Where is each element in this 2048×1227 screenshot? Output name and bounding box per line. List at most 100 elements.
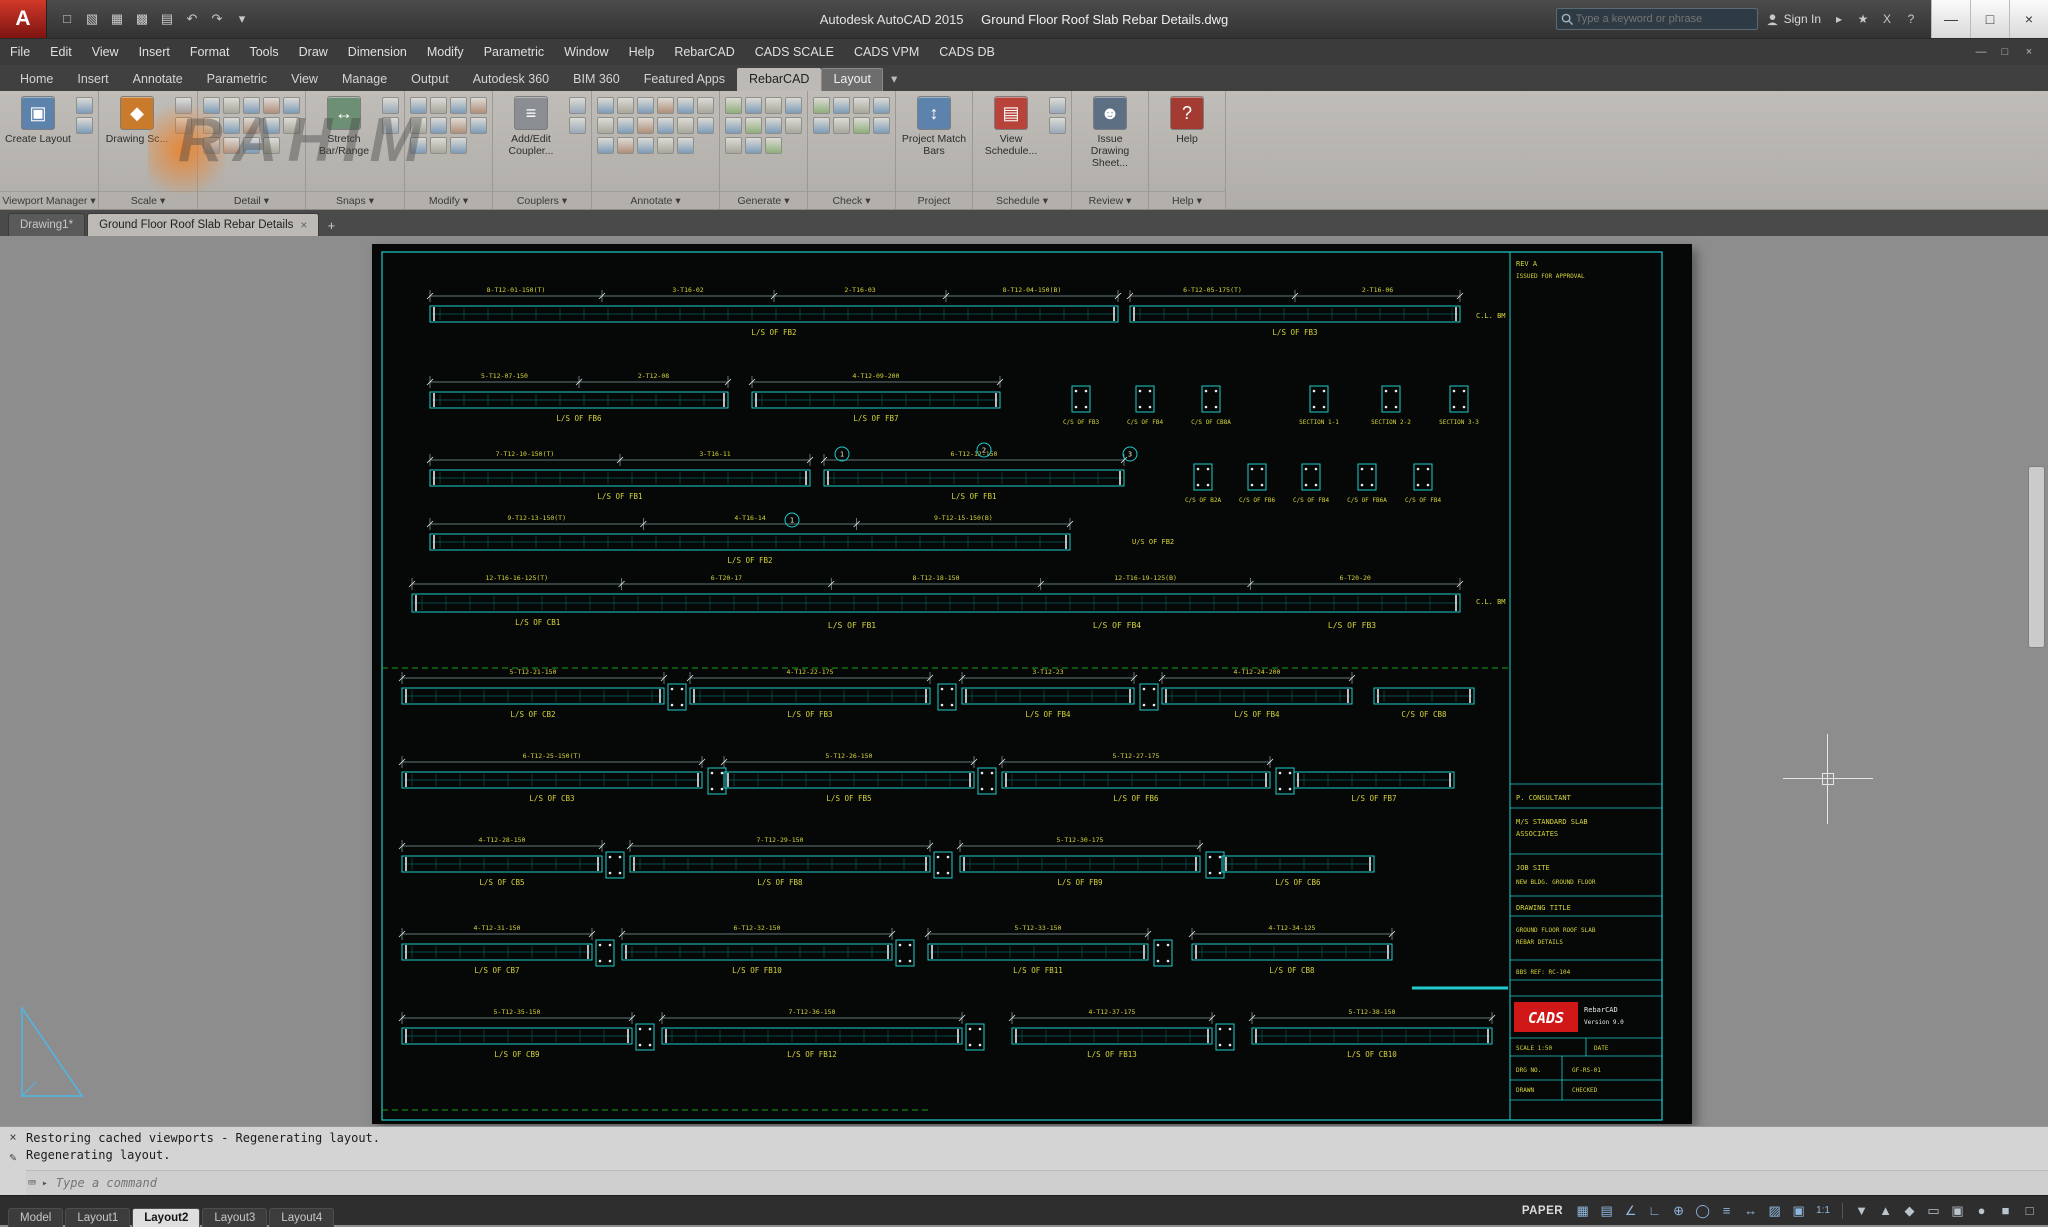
detail-tool-icon[interactable] bbox=[243, 97, 260, 114]
scale-tool-icon[interactable] bbox=[175, 117, 192, 134]
panel-label-couplers[interactable]: Couplers▾ bbox=[493, 191, 591, 209]
viewport-manager-tool-icon[interactable] bbox=[76, 97, 93, 114]
modify-tool-icon[interactable] bbox=[450, 97, 467, 114]
command-customize-icon[interactable]: ✎ bbox=[9, 1150, 16, 1164]
app-menu-button[interactable]: A bbox=[0, 0, 47, 38]
check-tool-icon[interactable] bbox=[853, 97, 870, 114]
workspace-switching-icon[interactable]: ▼ bbox=[1851, 1200, 1872, 1221]
layout-tab-layout4[interactable]: Layout4 bbox=[269, 1208, 334, 1227]
generate-tool-icon[interactable] bbox=[765, 137, 782, 154]
qat-saveas-icon[interactable]: ▩ bbox=[132, 9, 152, 29]
detail-tool-icon[interactable] bbox=[283, 117, 300, 134]
qat-undo-icon[interactable]: ↶ bbox=[182, 9, 202, 29]
modify-tool-icon[interactable] bbox=[470, 97, 487, 114]
annotate-tool-icon[interactable] bbox=[597, 97, 614, 114]
annotate-tool-icon[interactable] bbox=[637, 137, 654, 154]
menu-modify[interactable]: Modify bbox=[417, 39, 474, 65]
scale-tool-icon[interactable] bbox=[175, 97, 192, 114]
check-tool-icon[interactable] bbox=[873, 97, 890, 114]
annotate-tool-icon[interactable] bbox=[697, 97, 714, 114]
command-close-icon[interactable]: × bbox=[9, 1130, 16, 1144]
clean-screen-icon[interactable]: □ bbox=[2019, 1200, 2040, 1221]
stretch-bar-range-button[interactable]: ↔Stretch Bar/Range bbox=[311, 94, 377, 159]
qat-dropdown-icon[interactable]: ▾ bbox=[232, 9, 252, 29]
detail-tool-icon[interactable] bbox=[243, 137, 260, 154]
annotate-tool-icon[interactable] bbox=[617, 137, 634, 154]
generate-tool-icon[interactable] bbox=[745, 137, 762, 154]
ribbon-tab-output[interactable]: Output bbox=[399, 68, 461, 91]
generate-tool-icon[interactable] bbox=[745, 97, 762, 114]
menu-cads-db[interactable]: CADS DB bbox=[929, 39, 1005, 65]
snap-mode-icon[interactable]: ▤ bbox=[1596, 1200, 1617, 1221]
panel-label-detail[interactable]: Detail▾ bbox=[198, 191, 305, 209]
menu-file[interactable]: File bbox=[0, 39, 40, 65]
maximize-button[interactable]: □ bbox=[1970, 0, 2009, 38]
doc-minimize-button[interactable]: — bbox=[1970, 40, 1992, 64]
annotation-scale-label[interactable]: 1:1 bbox=[1812, 1200, 1834, 1221]
ribbon-tab-autodesk-360[interactable]: Autodesk 360 bbox=[461, 68, 561, 91]
infer-constraints-icon[interactable]: ∠ bbox=[1620, 1200, 1641, 1221]
generate-tool-icon[interactable] bbox=[725, 97, 742, 114]
panel-label-snaps[interactable]: Snaps▾ bbox=[306, 191, 404, 209]
modify-tool-icon[interactable] bbox=[450, 137, 467, 154]
qat-plot-icon[interactable]: ▤ bbox=[157, 9, 177, 29]
detail-tool-icon[interactable] bbox=[203, 97, 220, 114]
generate-tool-icon[interactable] bbox=[765, 97, 782, 114]
snaps-tool-icon[interactable] bbox=[382, 117, 399, 134]
issue-drawing-sheet-button[interactable]: ☻Issue Drawing Sheet... bbox=[1077, 94, 1143, 171]
panel-label-check[interactable]: Check▾ bbox=[808, 191, 895, 209]
qat-open-icon[interactable]: ▧ bbox=[82, 9, 102, 29]
transparency-icon[interactable]: ▨ bbox=[1764, 1200, 1785, 1221]
annotate-tool-icon[interactable] bbox=[637, 117, 654, 134]
annotate-tool-icon[interactable] bbox=[617, 117, 634, 134]
menu-format[interactable]: Format bbox=[180, 39, 240, 65]
command-input[interactable] bbox=[54, 1175, 2048, 1191]
detail-tool-icon[interactable] bbox=[263, 97, 280, 114]
vertical-scrollbar-thumb[interactable] bbox=[2028, 466, 2045, 648]
couplers-tool-icon[interactable] bbox=[569, 97, 586, 114]
menu-insert[interactable]: Insert bbox=[129, 39, 180, 65]
check-tool-icon[interactable] bbox=[853, 117, 870, 134]
modify-tool-icon[interactable] bbox=[470, 117, 487, 134]
detail-tool-icon[interactable] bbox=[283, 97, 300, 114]
qat-new-icon[interactable]: □ bbox=[57, 9, 77, 29]
annotate-tool-icon[interactable] bbox=[657, 97, 674, 114]
panel-label-modify[interactable]: Modify▾ bbox=[405, 191, 492, 209]
file-tab-drawing1[interactable]: Drawing1* bbox=[8, 213, 85, 236]
annotate-tool-icon[interactable] bbox=[697, 117, 714, 134]
modify-tool-icon[interactable] bbox=[430, 117, 447, 134]
annotate-tool-icon[interactable] bbox=[597, 117, 614, 134]
modify-tool-icon[interactable] bbox=[430, 97, 447, 114]
doc-close-button[interactable]: × bbox=[2018, 40, 2040, 64]
annotate-tool-icon[interactable] bbox=[597, 137, 614, 154]
new-drawing-tab-button[interactable]: + bbox=[321, 216, 341, 236]
modify-tool-icon[interactable] bbox=[410, 97, 427, 114]
layout-tab-layout2[interactable]: Layout2 bbox=[132, 1208, 200, 1227]
generate-tool-icon[interactable] bbox=[725, 137, 742, 154]
exchange-apps-icon[interactable]: X bbox=[1877, 9, 1897, 29]
panel-label-help[interactable]: Help▾ bbox=[1149, 191, 1225, 209]
menu-cads-scale[interactable]: CADS SCALE bbox=[745, 39, 844, 65]
annotate-tool-icon[interactable] bbox=[657, 117, 674, 134]
ribbon-tab-featured-apps[interactable]: Featured Apps bbox=[632, 68, 737, 91]
cad-drawing[interactable]: 8-T12-01-150(T)3-T16-022-T16-038-T12-04-… bbox=[372, 244, 1692, 1124]
layout-paper[interactable]: 8-T12-01-150(T)3-T16-022-T16-038-T12-04-… bbox=[372, 244, 1692, 1124]
menu-help[interactable]: Help bbox=[619, 39, 665, 65]
layout-tab-layout1[interactable]: Layout1 bbox=[65, 1208, 130, 1227]
layout-tab-model[interactable]: Model bbox=[8, 1208, 63, 1227]
menu-edit[interactable]: Edit bbox=[40, 39, 82, 65]
view-schedule-button[interactable]: ▤View Schedule... bbox=[978, 94, 1044, 159]
quick-properties-icon[interactable]: ▭ bbox=[1923, 1200, 1944, 1221]
object-snap-icon[interactable]: ◯ bbox=[1692, 1200, 1713, 1221]
menu-draw[interactable]: Draw bbox=[289, 39, 338, 65]
space-toggle[interactable]: PAPER bbox=[1522, 1205, 1563, 1217]
detail-tool-icon[interactable] bbox=[263, 137, 280, 154]
menu-cads-vpm[interactable]: CADS VPM bbox=[844, 39, 929, 65]
ribbon-tab-insert[interactable]: Insert bbox=[65, 68, 120, 91]
ribbon-tab-parametric[interactable]: Parametric bbox=[195, 68, 279, 91]
selection-cycling-icon[interactable]: ▣ bbox=[1788, 1200, 1809, 1221]
ribbon-tab-home[interactable]: Home bbox=[8, 68, 65, 91]
drawing-sc-button[interactable]: ◆Drawing Sc... bbox=[104, 94, 170, 147]
annotate-tool-icon[interactable] bbox=[657, 137, 674, 154]
panel-label-review[interactable]: Review▾ bbox=[1072, 191, 1148, 209]
